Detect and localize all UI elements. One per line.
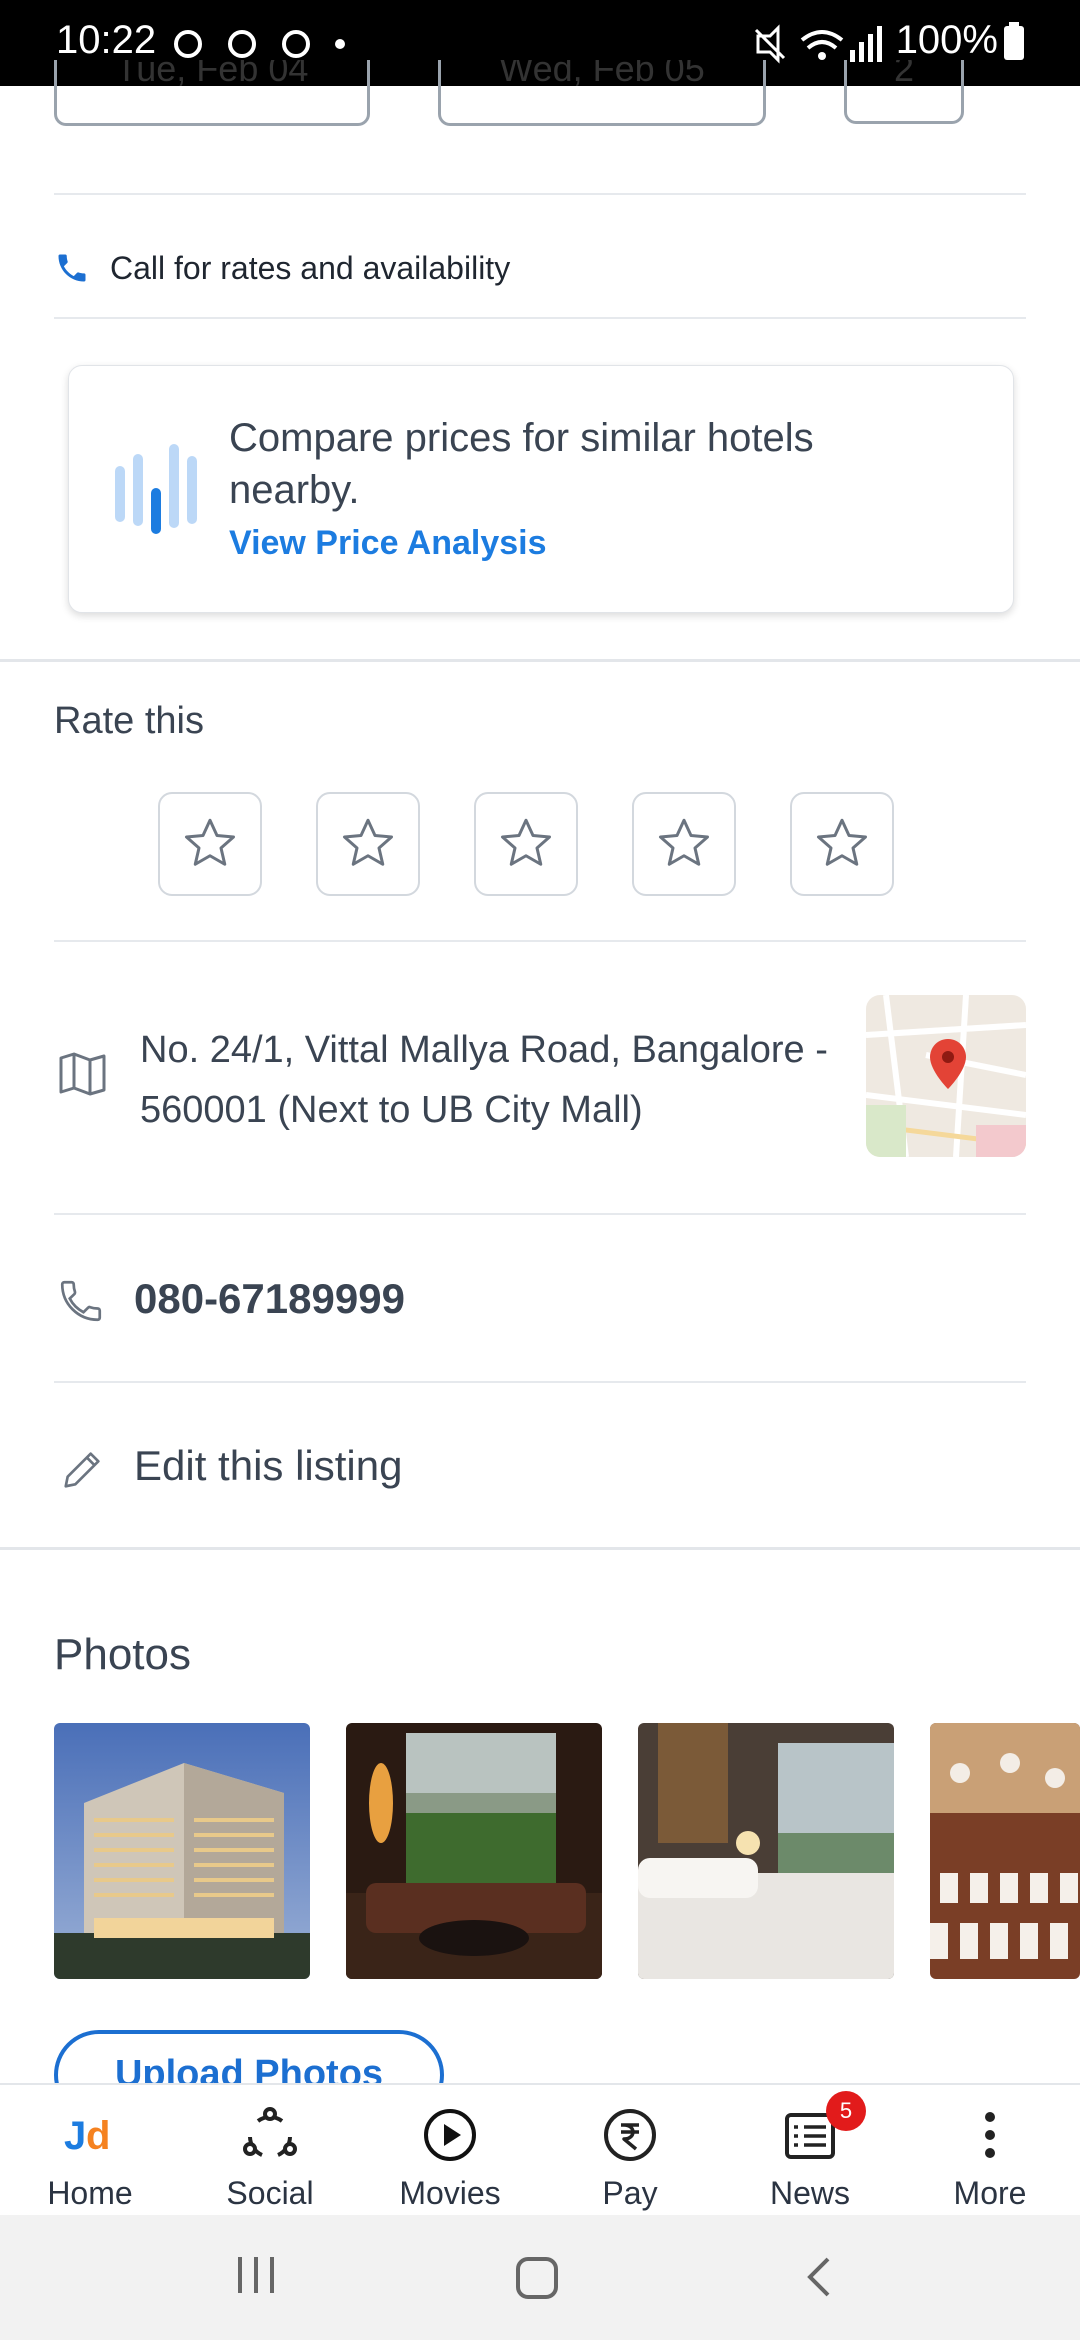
rupee-icon [604,2109,656,2161]
map-thumbnail[interactable] [866,995,1026,1157]
star-button[interactable] [632,792,736,896]
back-icon[interactable] [804,2255,834,2299]
photo-hotel-exterior[interactable] [54,1723,310,1979]
nav-label: News [769,2175,850,2211]
svg-text:J: J [64,2114,86,2158]
rate-this-title: Rate this [54,700,204,742]
phone-outline-icon [60,1280,102,1322]
nav-label: Social [226,2175,314,2211]
divider [54,940,1026,942]
nav-more[interactable]: More [900,2085,1080,2217]
view-price-analysis-link[interactable]: View Price Analysis [229,524,547,563]
divider [54,1213,1026,1215]
divider [54,317,1026,319]
status-time: 10:22 [56,18,157,62]
nav-movies[interactable]: Movies [360,2085,540,2217]
star-outline-icon [817,818,867,866]
system-navigation-bar [0,2215,1080,2340]
address-text[interactable]: No. 24/1, Vittal Mallya Road, Bangalore … [140,1020,840,1140]
pencil-icon [64,1452,100,1488]
star-outline-icon [185,818,235,866]
guests-field[interactable]: 2 [844,60,964,124]
nav-label: Movies [399,2175,501,2211]
phone-number[interactable]: 080-67189999 [134,1275,405,1323]
nav-home[interactable]: J d Home [0,2085,180,2217]
jd-logo-icon: J d [64,2114,110,2158]
star-button[interactable] [158,792,262,896]
battery-icon [1004,22,1024,60]
divider [54,1381,1026,1383]
map-icon [59,1052,106,1096]
notification-icons [174,30,345,58]
home-button-icon[interactable] [514,2255,562,2299]
call-for-rates-text: Call for rates and availability [110,250,511,286]
nav-label: Home [47,2175,133,2211]
nav-social[interactable]: Social [180,2085,360,2217]
bottom-navigation: J d Home Social Movies Pay 5 News More [0,2083,1080,2217]
nav-label: Pay [602,2175,658,2211]
social-icon [243,2107,297,2157]
checkin-date-field[interactable]: Tue, Feb 04 [54,60,370,126]
star-outline-icon [501,818,551,866]
star-outline-icon [659,818,709,866]
nav-pay[interactable]: Pay [540,2085,720,2217]
star-button[interactable] [316,792,420,896]
more-vertical-icon [985,2112,995,2158]
star-outline-icon [343,818,393,866]
edit-listing-link[interactable]: Edit this listing [134,1442,402,1490]
section-separator [0,1547,1080,1550]
star-button[interactable] [474,792,578,896]
price-analysis-icon [115,444,197,534]
star-button[interactable] [790,792,894,896]
photo-banquet-hall[interactable] [930,1723,1080,1979]
photo-lounge-view[interactable] [346,1723,602,1979]
play-icon [424,2109,476,2161]
svg-text:d: d [86,2114,110,2158]
nav-news[interactable]: 5 News [720,2085,900,2217]
battery-percent: 100% [895,18,998,62]
news-badge: 5 [826,2091,866,2131]
compare-prices-card[interactable]: Compare prices for similar hotels nearby… [68,365,1014,613]
photos-title: Photos [54,1630,191,1679]
divider [54,193,1026,195]
phone-icon [58,254,86,282]
checkout-date-field[interactable]: Wed, Feb 05 [438,60,766,126]
section-separator [0,659,1080,662]
photo-bedroom[interactable] [638,1723,894,1979]
compare-prices-text: Compare prices for similar hotels nearby… [229,416,814,512]
recent-apps-icon[interactable] [236,2255,276,2295]
nav-label: More [953,2175,1027,2211]
